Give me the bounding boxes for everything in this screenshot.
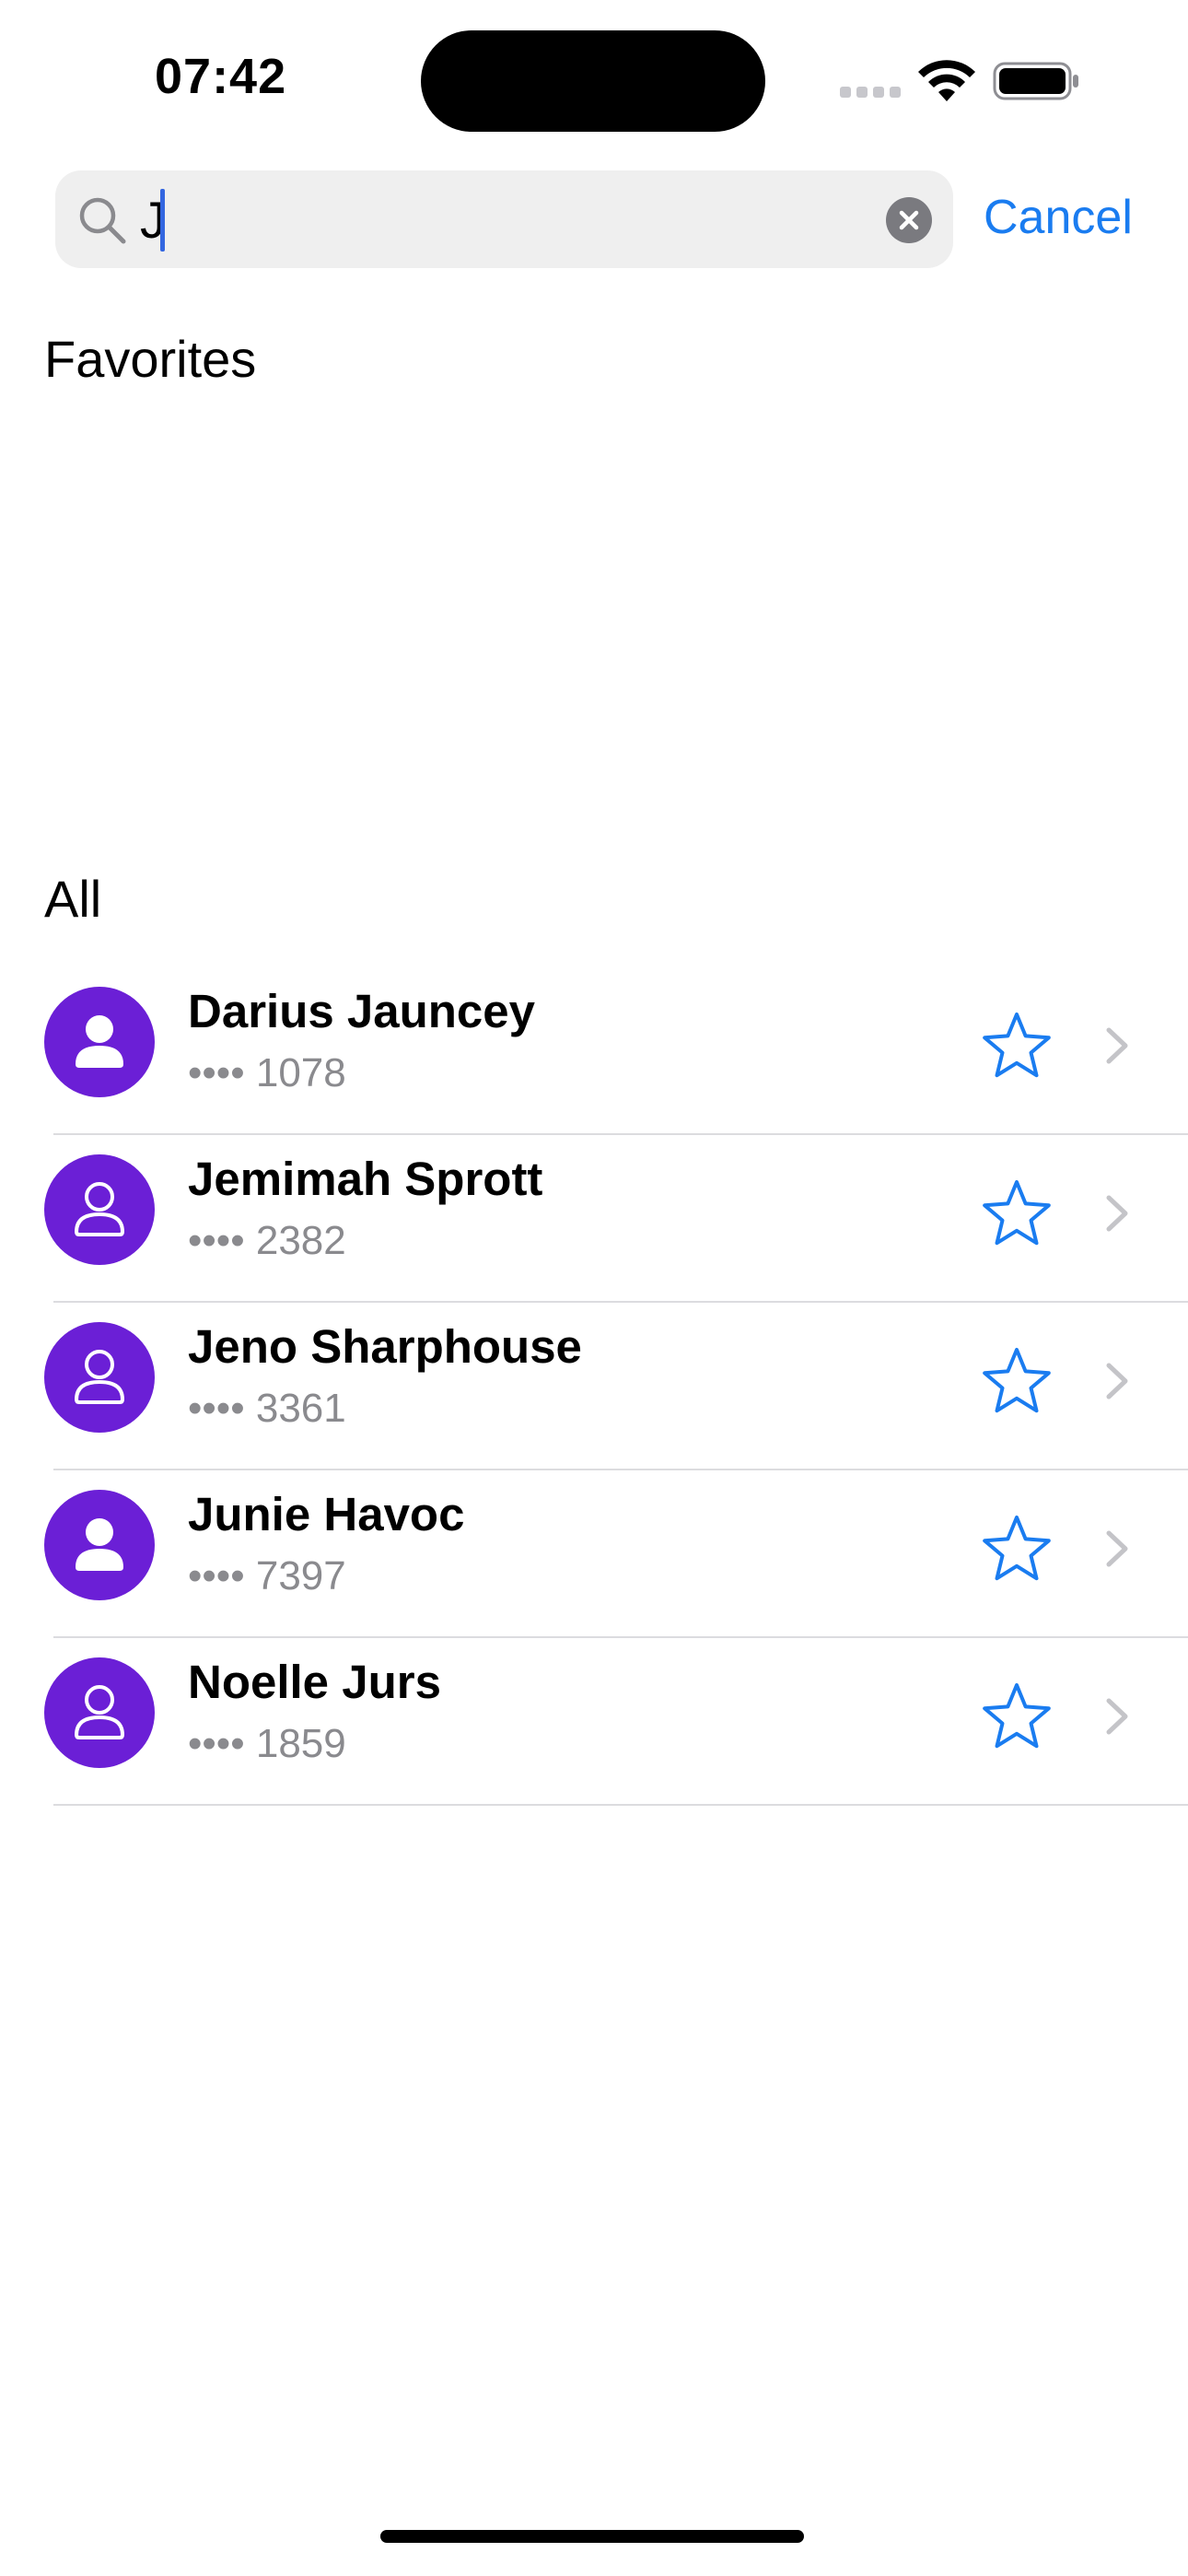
contact-row[interactable]: Jemimah Sprott •••• 2382 <box>0 1135 1188 1303</box>
star-icon[interactable] <box>980 1344 1054 1418</box>
contact-row[interactable]: Noelle Jurs •••• 1859 <box>0 1638 1188 1806</box>
contact-row[interactable]: Jeno Sharphouse •••• 3361 <box>0 1303 1188 1470</box>
contact-row[interactable]: Darius Jauncey •••• 1078 <box>0 967 1188 1135</box>
contact-number: •••• 1859 <box>188 1721 346 1766</box>
chevron-right-icon <box>1103 1528 1131 1570</box>
wifi-icon <box>918 60 975 101</box>
chevron-right-icon <box>1103 1695 1131 1738</box>
star-icon[interactable] <box>980 1680 1054 1753</box>
contact-number: •••• 1078 <box>188 1050 346 1095</box>
battery-icon <box>993 62 1078 100</box>
avatar <box>44 1490 155 1600</box>
dynamic-island <box>421 30 765 132</box>
avatar <box>44 987 155 1097</box>
cancel-button[interactable]: Cancel <box>984 190 1133 245</box>
contact-name: Darius Jauncey <box>188 985 536 1037</box>
chevron-right-icon <box>1103 1360 1131 1402</box>
contact-row[interactable]: Junie Havoc •••• 7397 <box>0 1470 1188 1638</box>
search-input[interactable] <box>140 170 895 268</box>
status-time: 07:42 <box>155 49 287 104</box>
contact-number: •••• 2382 <box>188 1218 346 1263</box>
contact-list: Darius Jauncey •••• 1078 Jemimah Sprott •••… <box>0 967 1188 1806</box>
contact-name: Junie Havoc <box>188 1488 465 1540</box>
avatar <box>44 1322 155 1433</box>
text-cursor <box>160 189 165 252</box>
person-icon <box>75 1182 124 1236</box>
star-icon[interactable] <box>980 1512 1054 1586</box>
avatar <box>44 1657 155 1768</box>
person-icon <box>76 1015 123 1068</box>
contact-number: •••• 7397 <box>188 1553 346 1598</box>
search-field[interactable] <box>55 170 953 268</box>
contact-name: Jeno Sharphouse <box>188 1320 582 1373</box>
chevron-right-icon <box>1103 1025 1131 1067</box>
home-indicator <box>380 2530 804 2543</box>
row-divider <box>53 1804 1188 1806</box>
person-icon <box>75 1685 124 1739</box>
all-section-header: All <box>44 870 102 928</box>
contact-name: Jemimah Sprott <box>188 1153 543 1205</box>
contact-number: •••• 3361 <box>188 1386 346 1431</box>
close-icon <box>899 210 919 230</box>
star-icon[interactable] <box>980 1177 1054 1250</box>
contact-name: Noelle Jurs <box>188 1656 441 1708</box>
avatar <box>44 1154 155 1265</box>
cellular-signal-icon <box>840 87 901 98</box>
star-icon[interactable] <box>980 1009 1054 1083</box>
clear-search-button[interactable] <box>886 197 932 243</box>
search-icon <box>79 197 126 244</box>
person-icon <box>75 1350 124 1404</box>
chevron-right-icon <box>1103 1192 1131 1235</box>
person-icon <box>76 1518 123 1571</box>
favorites-section-header: Favorites <box>44 330 257 388</box>
